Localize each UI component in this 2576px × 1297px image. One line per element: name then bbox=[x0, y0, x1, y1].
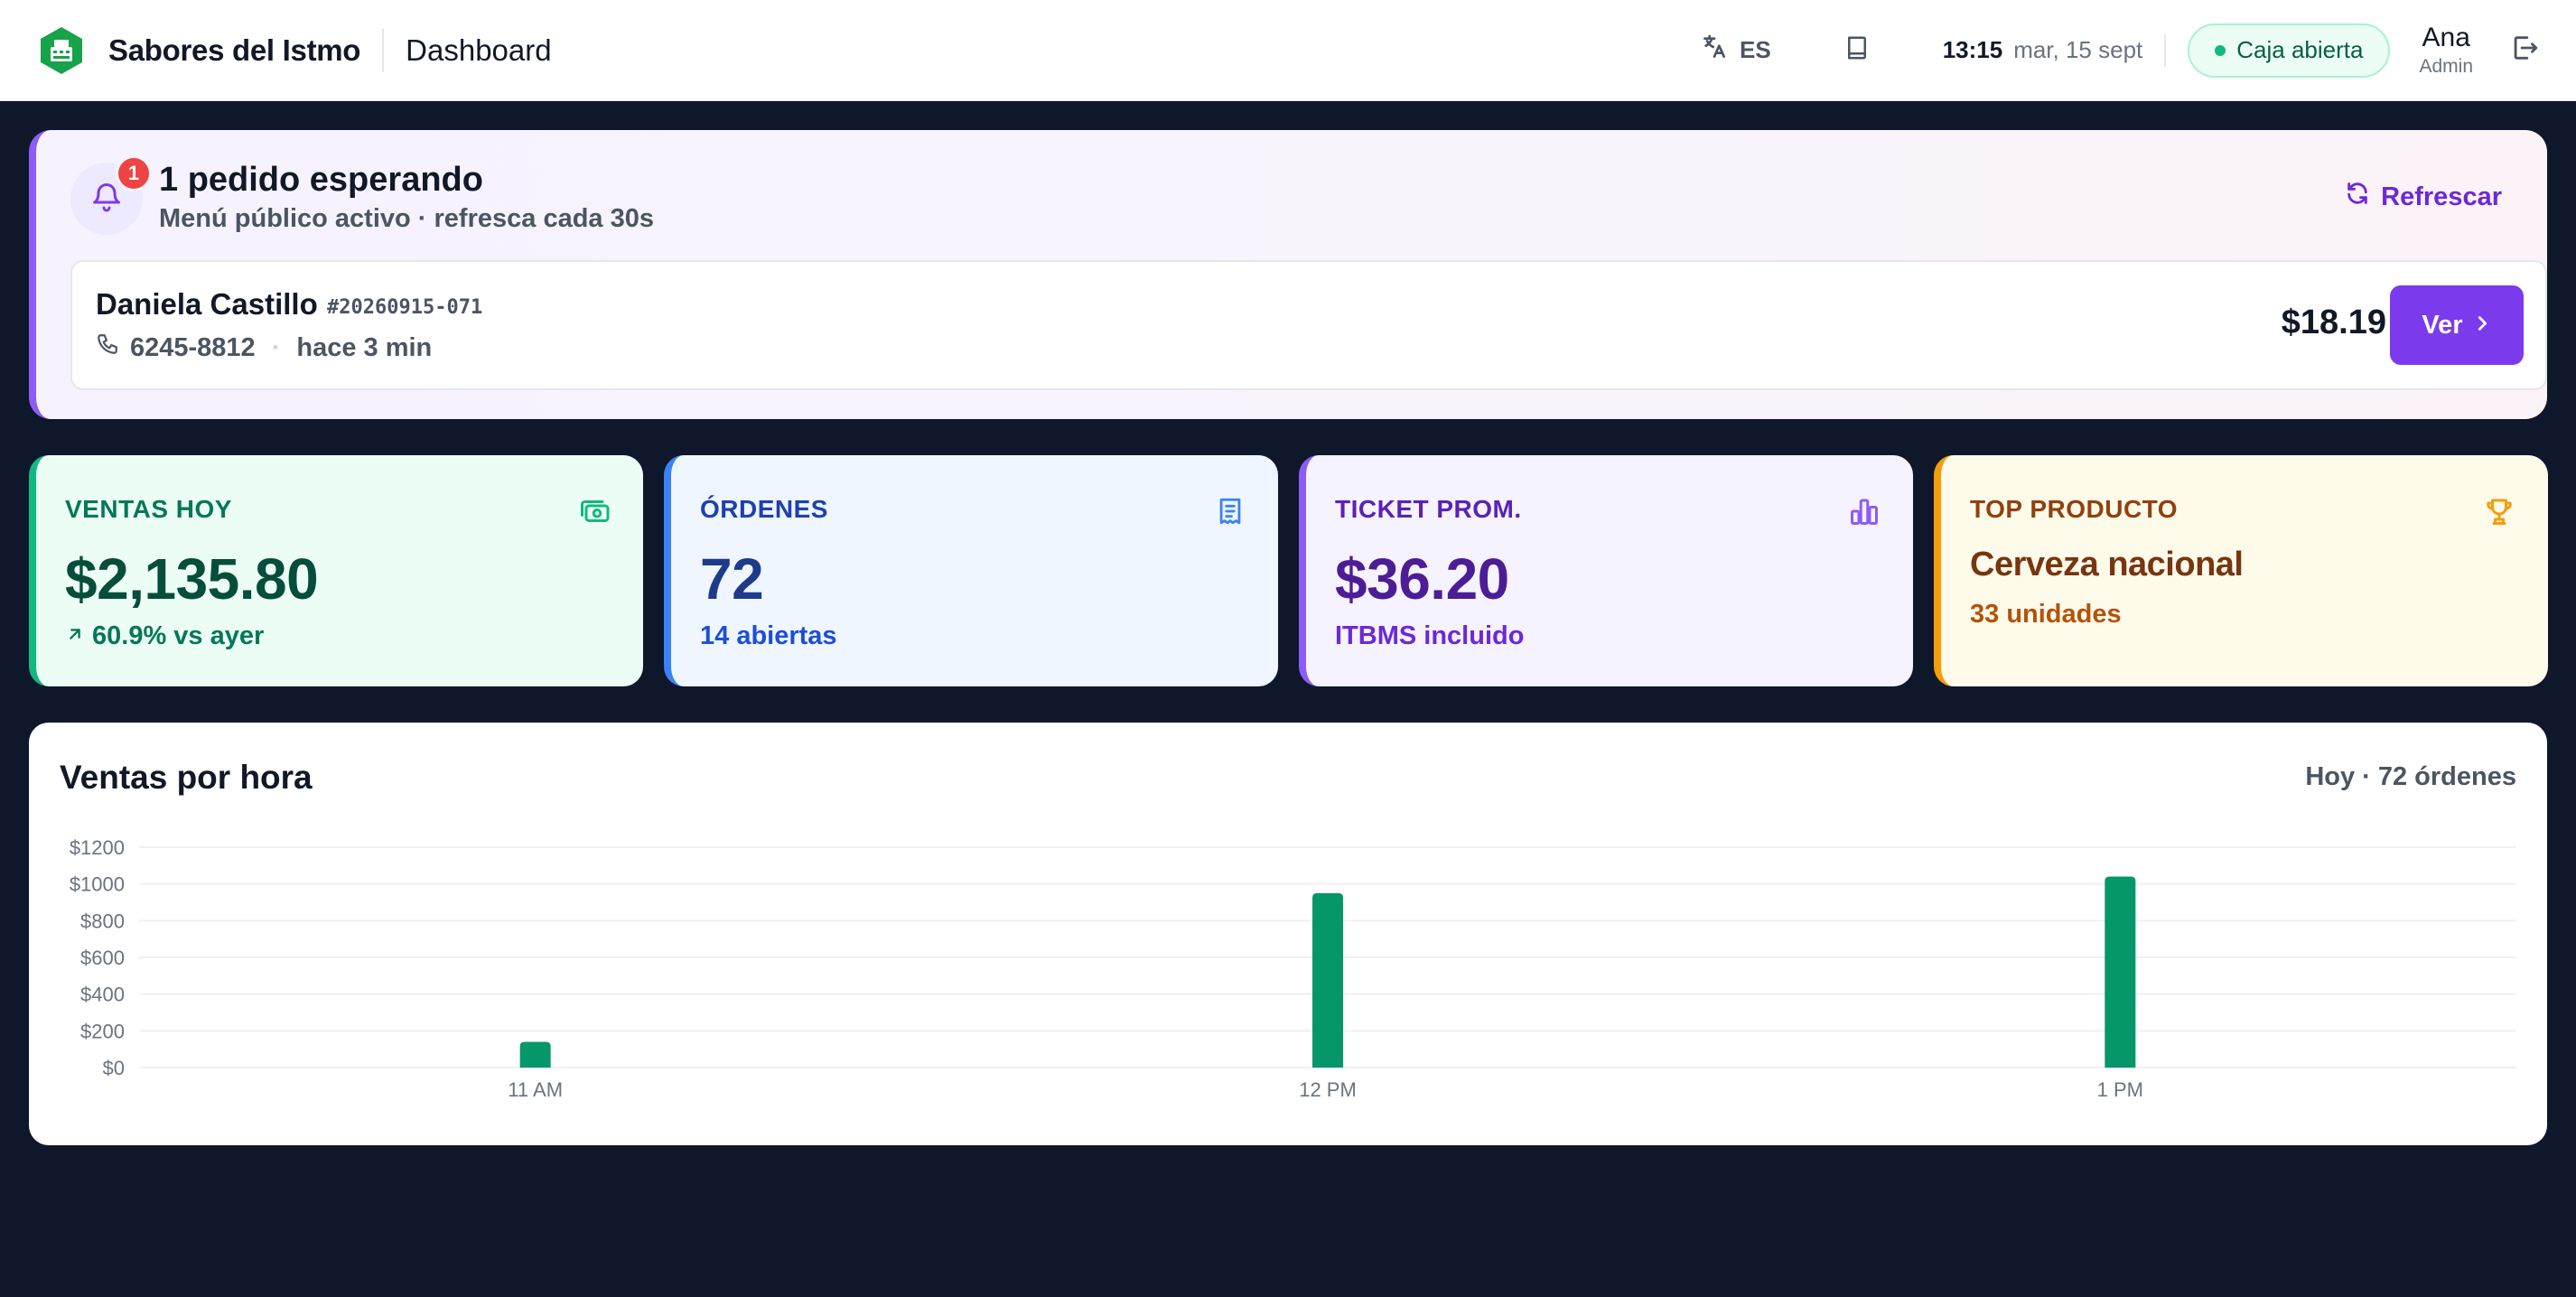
translate-icon bbox=[1700, 33, 1729, 68]
order-id: #20260915-071 bbox=[327, 296, 483, 319]
receipt-icon bbox=[1215, 495, 1246, 532]
kpi-label: TICKET PROM. bbox=[1335, 495, 1522, 523]
x-tick-label: 11 AM bbox=[508, 1078, 563, 1101]
notification-badge: 1 bbox=[116, 155, 152, 191]
y-tick-label: $400 bbox=[80, 984, 125, 1006]
kpi-label: TOP PRODUCTO bbox=[1970, 495, 2179, 523]
refresh-button[interactable]: Refrescar bbox=[2345, 181, 2502, 213]
user-name: Ana bbox=[2422, 23, 2470, 53]
header-separator bbox=[2164, 33, 2167, 67]
bell-wrapper: 1 bbox=[70, 155, 152, 235]
user-info: Ana Admin bbox=[2419, 23, 2473, 77]
alert-subtitle: Menú público activo · refresca cada 30s bbox=[159, 204, 654, 233]
register-status-label: Caja abierta bbox=[2236, 36, 2364, 63]
y-tick-label: $1200 bbox=[70, 836, 125, 859]
pending-orders-panel: 1 1 pedido esperando Menú público activo… bbox=[29, 130, 2547, 419]
kpi-value: $36.20 bbox=[1335, 546, 1509, 611]
y-tick-label: $1000 bbox=[70, 873, 125, 896]
phone-icon bbox=[96, 332, 119, 363]
bar bbox=[519, 1041, 551, 1068]
kpi-sales-today: VENTAS HOY $2,135.80 60.9% vs ayer bbox=[29, 455, 643, 686]
cash-register-icon bbox=[36, 25, 87, 76]
top-bar: Sabores del Istmo Dashboard ES 13:15 mar… bbox=[0, 0, 2576, 101]
bar bbox=[2105, 876, 2136, 1068]
kpi-sub-text: 60.9% vs ayer bbox=[92, 621, 265, 650]
view-order-label: Ver bbox=[2422, 310, 2463, 340]
header-divider bbox=[382, 28, 385, 72]
bell-icon bbox=[90, 181, 123, 218]
clock: 13:15 mar, 15 sept bbox=[1943, 36, 2143, 64]
x-tick-label: 12 PM bbox=[1299, 1078, 1357, 1101]
order-customer-name: Daniela Castillo bbox=[96, 287, 318, 321]
view-order-button[interactable]: Ver bbox=[2390, 285, 2524, 365]
kpi-average-ticket: TICKET PROM. $36.20 ITBMS incluido bbox=[1299, 455, 1913, 686]
order-elapsed: hace 3 min bbox=[296, 332, 433, 362]
meta-separator: · bbox=[271, 332, 281, 362]
cash-icon bbox=[578, 495, 611, 532]
register-status-badge[interactable]: Caja abierta bbox=[2188, 23, 2391, 78]
refresh-icon bbox=[2345, 181, 2370, 213]
order-total: $18.19 bbox=[2281, 303, 2386, 341]
kpi-label: VENTAS HOY bbox=[65, 495, 232, 523]
logout-button[interactable] bbox=[2509, 33, 2540, 68]
order-meta: 6245-8812 · hace 3 min bbox=[96, 332, 432, 363]
kpi-value: $2,135.80 bbox=[65, 546, 319, 611]
sales-by-hour-panel: Ventas por hora Hoy · 72 órdenes $0 $200 $… bbox=[29, 723, 2547, 1145]
kpi-value: 72 bbox=[700, 546, 764, 611]
menu-book-button[interactable] bbox=[1843, 34, 1871, 66]
y-tick-label: $800 bbox=[80, 910, 125, 932]
order-phone: 6245-8812 bbox=[130, 332, 256, 362]
kpi-sub-text: 14 abiertas bbox=[700, 621, 837, 650]
language-switcher[interactable]: ES bbox=[1700, 33, 1771, 68]
kpi-sub-text: ITBMS incluido bbox=[1335, 621, 1525, 650]
kpi-orders: ÓRDENES 72 14 abiertas bbox=[664, 455, 1278, 686]
bar bbox=[1312, 892, 1343, 1068]
bar-chart-icon bbox=[1848, 495, 1881, 532]
brand-name: Sabores del Istmo bbox=[108, 33, 361, 67]
y-tick-label: $0 bbox=[103, 1057, 125, 1079]
status-dot bbox=[2215, 44, 2226, 56]
logout-icon bbox=[2509, 33, 2540, 68]
trophy-icon bbox=[2483, 495, 2515, 532]
alert-title: 1 pedido esperando bbox=[159, 161, 483, 199]
kpi-value: Cerveza nacional bbox=[1970, 546, 2244, 583]
kpi-top-product: TOP PRODUCTO Cerveza nacional 33 unidade… bbox=[1934, 455, 2548, 686]
sales-by-hour-chart: $0 $200 $400 $600 $800 $1000 $1200 11 AM 12 PM 1 … bbox=[70, 836, 2516, 1101]
y-tick-label: $600 bbox=[80, 947, 125, 969]
kpi-label: ÓRDENES bbox=[700, 495, 828, 523]
kpi-sub-text: 33 unidades bbox=[1970, 600, 2122, 629]
refresh-label: Refrescar bbox=[2381, 182, 2502, 211]
language-label: ES bbox=[1740, 36, 1771, 63]
x-tick-label: 1 PM bbox=[2097, 1078, 2143, 1101]
clock-time: 13:15 bbox=[1942, 36, 2003, 63]
kpi-sub: 60.9% vs ayer bbox=[65, 621, 264, 651]
arrow-up-right-icon bbox=[65, 621, 85, 651]
chevron-right-icon bbox=[2472, 311, 2492, 341]
clock-date: mar, 15 sept bbox=[2013, 36, 2143, 63]
book-icon bbox=[1843, 34, 1871, 66]
user-role: Admin bbox=[2419, 56, 2473, 78]
page-title: Dashboard bbox=[406, 33, 552, 67]
y-tick-label: $200 bbox=[80, 1020, 125, 1042]
pending-order-card[interactable]: Daniela Castillo #20260915-071 6245-8812… bbox=[70, 260, 2547, 390]
